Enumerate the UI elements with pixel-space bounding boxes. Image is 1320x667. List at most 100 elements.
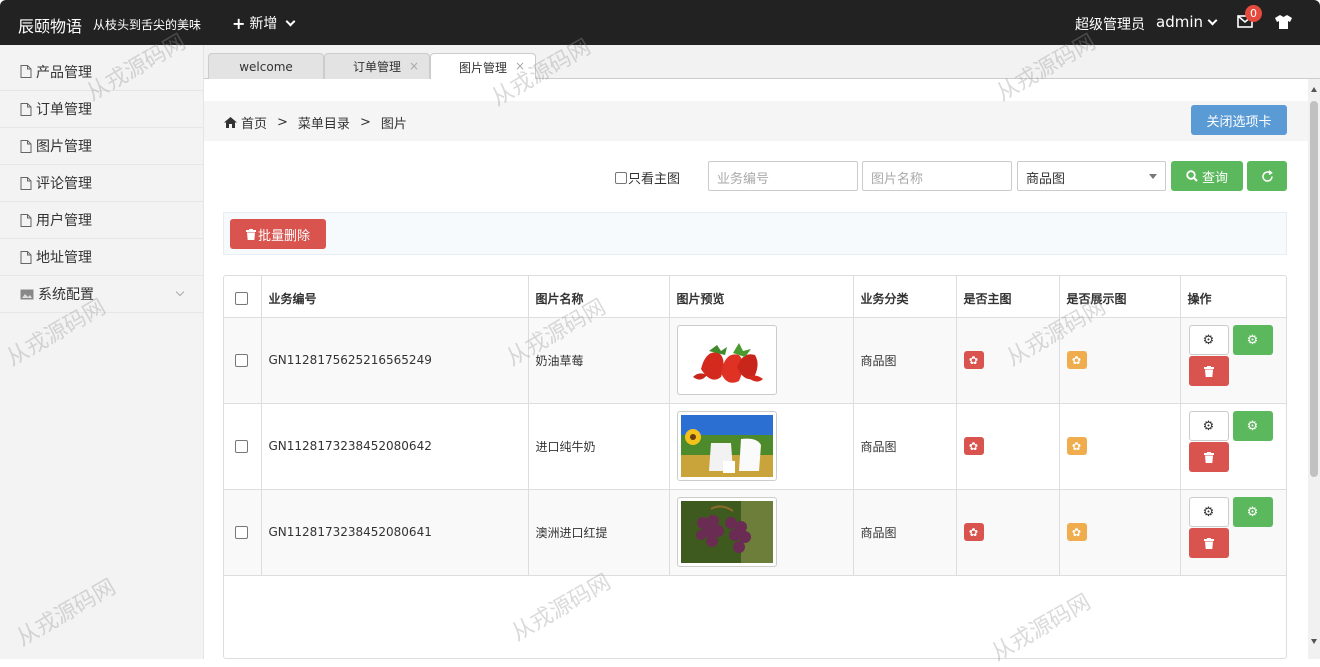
column-header: 图片预览 — [669, 276, 854, 318]
vertical-scrollbar[interactable] — [1308, 79, 1320, 659]
refresh-button[interactable] — [1247, 161, 1287, 191]
batch-toolbar: 批量删除 — [223, 212, 1287, 255]
tab-images[interactable]: 图片管理 × — [430, 53, 536, 80]
close-tabs-button[interactable]: 关闭选项卡 — [1191, 105, 1287, 135]
display-image-star-icon[interactable]: ✿ — [1066, 523, 1087, 541]
main-image-star-icon[interactable]: ✿ — [963, 437, 984, 455]
config-button[interactable]: ⚙ — [1232, 325, 1273, 355]
username: admin — [1156, 13, 1203, 31]
tab-orders[interactable]: 订单管理 × — [324, 53, 430, 79]
image-settings-icon — [20, 289, 34, 299]
sidebar-item-images[interactable]: 图片管理 — [0, 128, 203, 165]
table-row: GN1128173238452080642 进口纯牛奶 商品图 ✿ ✿ ⚙ ⚙ — [224, 403, 1286, 490]
scrollbar-thumb[interactable] — [1310, 101, 1318, 477]
home-link[interactable]: 首页 — [224, 113, 267, 132]
gear-icon: ⚙ — [1202, 332, 1215, 348]
column-header[interactable]: 是否展示图 — [1059, 276, 1181, 318]
row-preview-cell — [669, 489, 854, 576]
image-preview-milk[interactable] — [676, 411, 777, 481]
user-menu[interactable]: admin — [1156, 13, 1218, 31]
row-preview-cell — [669, 317, 854, 404]
close-icon[interactable]: × — [409, 59, 419, 73]
main-image-star-icon[interactable]: ✿ — [963, 523, 984, 541]
add-menu[interactable]: + 新增 — [232, 13, 296, 33]
main-image-star-icon[interactable]: ✿ — [963, 351, 984, 369]
file-icon — [20, 250, 32, 264]
sidebar-item-addresses[interactable]: 地址管理 — [0, 239, 203, 276]
delete-button[interactable] — [1188, 442, 1229, 472]
theme-shirt-icon[interactable] — [1275, 15, 1292, 29]
scroll-up-arrow-icon[interactable] — [1311, 87, 1317, 92]
config-button[interactable]: ⚙ — [1232, 411, 1273, 441]
user-role: 超级管理员 — [1075, 17, 1145, 33]
images-table: 业务编号 图片名称 图片预览 业务分类 是否主图 是否展示图 操作 GN1128… — [223, 275, 1287, 659]
display-image-star-icon[interactable]: ✿ — [1066, 437, 1087, 455]
main-image-only-label: 只看主图 — [628, 172, 681, 187]
sidebar-item-orders[interactable]: 订单管理 — [0, 91, 203, 128]
trash-icon — [1203, 537, 1214, 549]
select-all-cell — [224, 276, 262, 318]
tab-label: 订单管理 — [352, 60, 401, 74]
row-checkbox[interactable] — [235, 353, 248, 367]
sidebar-item-products[interactable]: 产品管理 — [0, 45, 203, 91]
chevron-down-icon — [1207, 15, 1218, 25]
column-header[interactable]: 图片名称 — [528, 276, 670, 318]
select-all-checkbox[interactable] — [235, 291, 248, 305]
row-name: 进口纯牛奶 — [528, 403, 670, 490]
display-image-star-icon[interactable]: ✿ — [1066, 351, 1087, 369]
batch-delete-label: 批量删除 — [257, 228, 310, 244]
tab-welcome[interactable]: welcome — [208, 53, 324, 79]
column-header[interactable]: 业务编号 — [261, 276, 529, 318]
gear-icon: ⚙ — [1202, 504, 1215, 520]
refresh-icon — [1261, 169, 1273, 182]
sidebar-item-users[interactable]: 用户管理 — [0, 202, 203, 239]
table-row: GN1128173238452080641 澳洲进口红提 商品图 ✿ ✿ ⚙ ⚙ — [224, 489, 1286, 576]
delete-button[interactable] — [1188, 528, 1229, 558]
breadcrumb-bar: 首页 > 菜单目录 > 图片 关闭选项卡 — [204, 101, 1308, 141]
breadcrumb-menu-dir[interactable]: 菜单目录 — [298, 113, 350, 132]
gear-icon: ⚙ — [1202, 418, 1215, 434]
sidebar-item-label: 产品管理 — [36, 64, 92, 81]
image-preview-grapes[interactable] — [676, 497, 777, 567]
row-code: GN1128173238452080642 — [261, 403, 529, 490]
sidebar-item-label: 订单管理 — [36, 102, 92, 118]
query-button[interactable]: 查询 — [1171, 161, 1243, 191]
row-checkbox[interactable] — [235, 525, 248, 539]
row-checkbox[interactable] — [235, 439, 248, 453]
sidebar-item-label: 系统配置 — [38, 287, 94, 303]
app-slogan: 从枝头到舌尖的美味 — [93, 18, 202, 32]
breadcrumb-separator: > — [359, 115, 371, 130]
scroll-down-arrow-icon[interactable] — [1311, 639, 1317, 644]
config-button[interactable]: ⚙ — [1232, 497, 1273, 527]
image-preview-strawberry[interactable] — [676, 325, 777, 395]
gear-icon: ⚙ — [1246, 332, 1259, 348]
tab-bar: welcome 订单管理 × 图片管理 × — [204, 45, 1320, 80]
column-header[interactable]: 是否主图 — [956, 276, 1060, 318]
gear-icon: ⚙ — [1246, 504, 1259, 520]
grapes-image — [680, 501, 773, 563]
settings-button[interactable]: ⚙ — [1188, 325, 1229, 355]
settings-button[interactable]: ⚙ — [1188, 497, 1229, 527]
code-search-input[interactable]: 业务编号 — [708, 161, 858, 191]
trash-icon — [1203, 451, 1214, 463]
delete-button[interactable] — [1188, 356, 1229, 386]
gear-icon: ⚙ — [1246, 418, 1259, 434]
name-search-input[interactable]: 图片名称 — [862, 161, 1012, 191]
file-icon — [20, 102, 32, 116]
home-icon — [224, 117, 237, 128]
table-row: GN1128175625216565249 奶油草莓 商品图 ✿ ✿ ⚙ ⚙ — [224, 317, 1286, 404]
batch-delete-button[interactable]: 批量删除 — [230, 219, 326, 249]
breadcrumb-separator: > — [277, 115, 288, 130]
app-logo[interactable]: 辰颐物语 — [18, 13, 82, 37]
sidebar-item-settings[interactable]: 系统配置 — [0, 276, 203, 313]
settings-button[interactable]: ⚙ — [1188, 411, 1229, 441]
column-header[interactable]: 业务分类 — [853, 276, 957, 318]
sidebar-item-label: 地址管理 — [36, 250, 92, 266]
checkbox-box[interactable] — [615, 171, 627, 184]
category-select[interactable]: 商品图 — [1017, 161, 1166, 191]
sidebar-item-comments[interactable]: 评论管理 — [0, 165, 203, 202]
row-name: 奶油草莓 — [528, 317, 670, 404]
close-icon[interactable]: × — [515, 59, 525, 73]
main-image-only-checkbox[interactable]: 只看主图 — [615, 168, 680, 187]
column-header: 操作 — [1180, 276, 1286, 318]
